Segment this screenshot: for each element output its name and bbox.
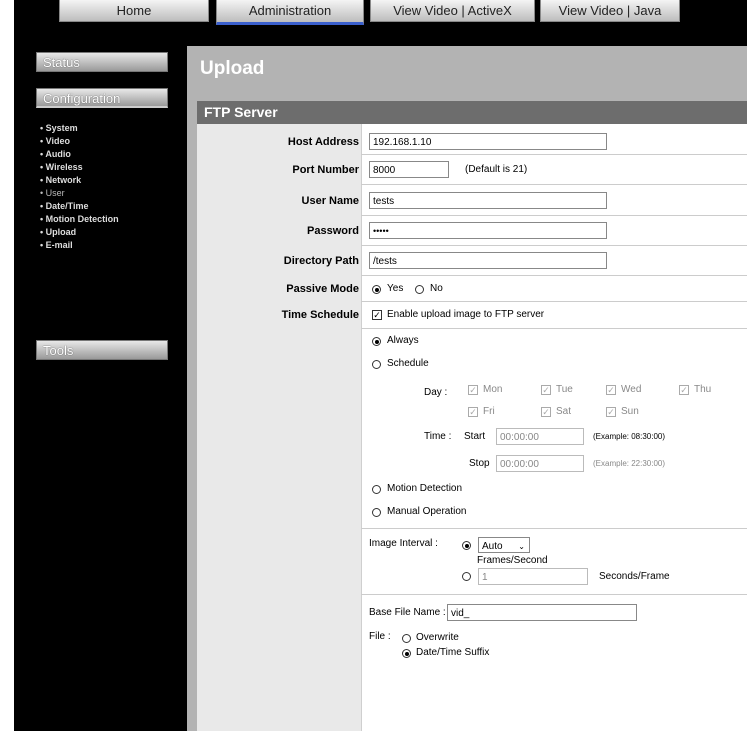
password-label: Password [307, 225, 359, 237]
chevron-down-icon: ⌄ [518, 542, 525, 551]
sidebar: Status Configuration System Video Audio … [14, 30, 186, 731]
schedule-radio[interactable] [372, 360, 381, 369]
sidebar-item-datetime[interactable]: Date/Time [40, 200, 119, 213]
nav-view-activex[interactable]: View Video | ActiveX [370, 0, 535, 22]
sidebar-item-user[interactable]: User [40, 187, 119, 200]
stop-example: (Example: 22:30:00) [593, 459, 666, 468]
overwrite-radio[interactable] [402, 634, 411, 643]
sidebar-item-video[interactable]: Video [40, 135, 119, 148]
sidebar-item-email[interactable]: E-mail [40, 239, 119, 252]
nav-home[interactable]: Home [59, 0, 209, 22]
time-label: Time : [424, 431, 452, 442]
datetime-suffix-label: Date/Time Suffix [416, 647, 490, 658]
sidebar-tools-button[interactable]: Tools [36, 340, 168, 360]
datetime-suffix-radio[interactable] [402, 649, 411, 658]
passive-yes-radio[interactable] [372, 285, 381, 294]
directory-label: Directory Path [283, 255, 359, 267]
password-input[interactable]: ••••• [369, 222, 607, 239]
schedule-label: Time Schedule [281, 309, 359, 321]
day-fri-checkbox[interactable]: ✓ [468, 407, 478, 417]
always-radio[interactable] [372, 337, 381, 346]
seconds-frame-label: Seconds/Frame [599, 571, 670, 582]
port-label: Port Number [292, 164, 359, 176]
sidebar-item-network[interactable]: Network [40, 174, 119, 187]
top-nav: Home Administration View Video | ActiveX… [14, 0, 747, 30]
label-column [197, 124, 362, 731]
enable-upload-label: Enable upload image to FTP server [387, 309, 545, 320]
frames-second-label: Frames/Second [477, 555, 548, 566]
schedule-option-label: Schedule [387, 358, 429, 369]
day-sat-checkbox[interactable]: ✓ [541, 407, 551, 417]
interval-seconds-radio[interactable] [462, 572, 471, 581]
file-label: File : [369, 631, 391, 642]
interval-label: Image Interval : [369, 538, 438, 549]
day-wed-label: Wed [621, 384, 642, 395]
manual-radio[interactable] [372, 508, 381, 517]
sidebar-item-motion-detection[interactable]: Motion Detection [40, 213, 119, 226]
always-label: Always [387, 335, 419, 346]
sidebar-item-wireless[interactable]: Wireless [40, 161, 119, 174]
base-filename-label: Base File Name : [369, 607, 446, 618]
port-input[interactable]: 8000 [369, 161, 449, 178]
stop-label: Stop [469, 458, 490, 469]
section-title: FTP Server [197, 101, 747, 124]
motion-radio[interactable] [372, 485, 381, 494]
start-example: (Example: 08:30:00) [593, 432, 666, 441]
day-sun-label: Sun [621, 406, 639, 417]
page-title: Upload [200, 58, 265, 79]
sidebar-item-system[interactable]: System [40, 122, 119, 135]
start-label: Start [464, 431, 486, 442]
nav-administration[interactable]: Administration [216, 0, 364, 25]
nav-view-java[interactable]: View Video | Java [540, 0, 680, 22]
passive-no-radio[interactable] [415, 285, 424, 294]
day-thu-checkbox[interactable]: ✓ [679, 385, 689, 395]
sidebar-item-upload[interactable]: Upload [40, 226, 119, 239]
day-wed-checkbox[interactable]: ✓ [606, 385, 616, 395]
user-label: User Name [301, 195, 359, 207]
ftp-panel: FTP Server Host Address 192.168.1.10 Por… [197, 101, 747, 731]
motion-label: Motion Detection [387, 483, 463, 494]
sidebar-configuration-button[interactable]: Configuration [36, 88, 168, 108]
day-sun-checkbox[interactable]: ✓ [606, 407, 616, 417]
passive-no-label: No [430, 283, 443, 294]
host-input[interactable]: 192.168.1.10 [369, 133, 607, 150]
day-tue-checkbox[interactable]: ✓ [541, 385, 551, 395]
day-sat-label: Sat [556, 406, 572, 417]
passive-yes-label: Yes [387, 283, 404, 294]
day-label: Day : [424, 387, 448, 398]
port-hint: (Default is 21) [465, 164, 528, 175]
host-label: Host Address [287, 136, 359, 148]
main-content: Upload FTP Server Host Address 192.168.1… [187, 46, 747, 731]
passive-label: Passive Mode [286, 283, 359, 295]
interval-select-value: Auto [482, 541, 503, 552]
overwrite-label: Overwrite [416, 632, 459, 643]
sidebar-item-audio[interactable]: Audio [40, 148, 119, 161]
day-mon-checkbox[interactable]: ✓ [468, 385, 478, 395]
start-time-input[interactable]: 00:00:00 [496, 428, 584, 445]
day-fri-label: Fri [483, 406, 495, 417]
user-input[interactable]: tests [369, 192, 607, 209]
interval-auto-radio[interactable] [462, 541, 471, 550]
sidebar-status-button[interactable]: Status [36, 52, 168, 72]
day-mon-label: Mon [483, 384, 503, 395]
app-frame: Home Administration View Video | ActiveX… [14, 0, 747, 731]
base-filename-input[interactable]: vid_ [447, 604, 637, 621]
directory-input[interactable]: /tests [369, 252, 607, 269]
manual-label: Manual Operation [387, 506, 467, 517]
seconds-input[interactable]: 1 [478, 568, 588, 585]
configuration-menu: System Video Audio Wireless Network User… [40, 122, 119, 252]
enable-upload-checkbox[interactable]: ✓ [372, 310, 382, 320]
day-thu-label: Thu [694, 384, 712, 395]
interval-select[interactable]: Auto ⌄ [478, 537, 530, 553]
stop-time-input[interactable]: 00:00:00 [496, 455, 584, 472]
day-tue-label: Tue [556, 384, 573, 395]
